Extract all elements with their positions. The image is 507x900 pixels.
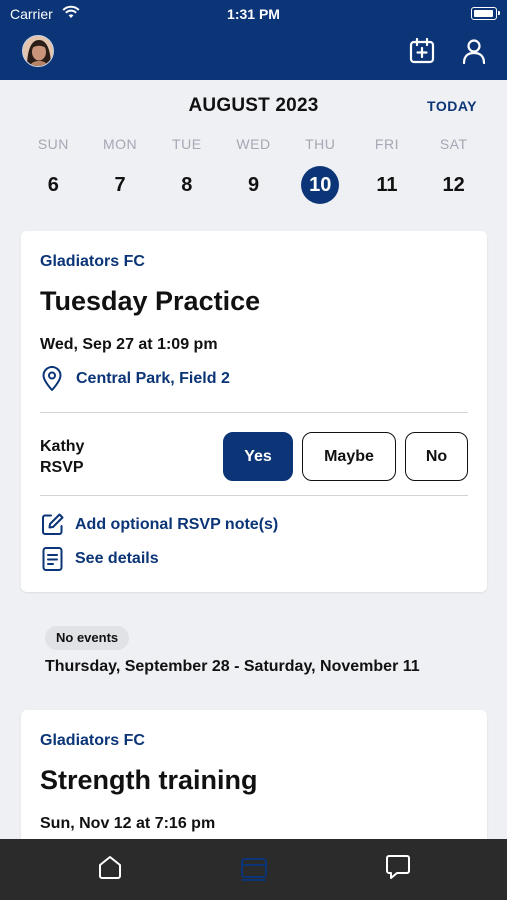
day-fri[interactable]: FRI 11 <box>354 136 421 204</box>
chat-icon[interactable] <box>384 853 412 881</box>
edit-note-icon <box>42 513 64 535</box>
day-of-week-label: MON <box>102 136 138 152</box>
event-card[interactable]: Gladiators FC Strength training Sun, Nov… <box>21 710 487 850</box>
avatar-photo <box>23 36 53 66</box>
event-card[interactable]: Gladiators FC Tuesday Practice Wed, Sep … <box>21 231 487 592</box>
home-icon[interactable] <box>96 853 124 881</box>
week-strip: SUN 6 MON 7 TUE 8 WED 9 THU 10 FRI 11 SA… <box>20 136 487 204</box>
day-number: 11 <box>376 174 398 196</box>
see-details-link[interactable]: See details <box>40 546 159 572</box>
rsvp-yes-button[interactable]: Yes <box>223 432 293 481</box>
app-header: Carrier 1:31 PM <box>0 0 507 80</box>
profile-icon[interactable] <box>460 37 488 65</box>
divider <box>40 495 468 496</box>
divider <box>40 412 468 413</box>
day-of-week-label: FRI <box>374 136 399 152</box>
day-number: 6 <box>47 174 59 196</box>
team-name: Gladiators FC <box>40 253 145 270</box>
no-events-date-range: Thursday, September 28 - Saturday, Novem… <box>45 658 420 675</box>
rsvp-member-name: Kathy <box>40 438 85 455</box>
day-of-week-label: SUN <box>37 136 69 152</box>
day-number: 9 <box>247 174 260 196</box>
add-rsvp-note-label: Add optional RSVP note(s) <box>75 515 279 533</box>
day-sun[interactable]: SUN 6 <box>20 136 87 204</box>
day-number: 12 <box>442 174 465 196</box>
day-of-week-label: TUE <box>172 136 202 152</box>
event-title: Strength training <box>40 765 258 795</box>
rsvp-no-button[interactable]: No <box>405 432 468 481</box>
no-events-badge: No events <box>45 626 130 650</box>
day-number: 7 <box>114 174 126 196</box>
day-of-week-label: SAT <box>439 136 468 152</box>
document-icon <box>42 547 63 571</box>
day-thu[interactable]: THU 10 <box>287 136 354 204</box>
location-label: Central Park, Field 2 <box>76 370 230 387</box>
map-pin-icon <box>42 366 62 391</box>
schedule-icon[interactable] <box>240 853 268 881</box>
day-wed[interactable]: WED 9 <box>220 136 287 204</box>
add-rsvp-note-link[interactable]: Add optional RSVP note(s) <box>40 512 278 537</box>
rsvp-maybe-button[interactable]: Maybe <box>302 432 396 481</box>
day-tue[interactable]: TUE 8 <box>153 136 220 204</box>
battery-icon <box>471 7 500 20</box>
day-of-week-label: THU <box>305 136 336 152</box>
day-of-week-label: WED <box>236 136 271 152</box>
day-number: 8 <box>181 174 193 196</box>
calendar-add-icon[interactable] <box>408 37 436 65</box>
event-datetime: Wed, Sep 27 at 1:09 pm <box>40 336 218 353</box>
event-location-link[interactable]: Central Park, Field 2 <box>40 366 230 392</box>
see-details-label: See details <box>75 550 159 567</box>
today-button[interactable]: TODAY <box>427 98 477 114</box>
tab-bar <box>0 839 507 900</box>
rsvp-caption: RSVP <box>40 459 84 476</box>
event-datetime: Sun, Nov 12 at 7:16 pm <box>40 815 216 832</box>
clock: 1:31 PM <box>227 6 280 22</box>
status-bar: Carrier 1:31 PM <box>0 0 507 28</box>
avatar[interactable] <box>22 35 54 67</box>
day-mon[interactable]: MON 7 <box>87 136 154 204</box>
rsvp-label: Kathy RSVP <box>40 436 84 478</box>
day-sat[interactable]: SAT 12 <box>420 136 487 204</box>
team-name: Gladiators FC <box>40 732 145 749</box>
selected-day-number: 10 <box>301 166 340 204</box>
event-title: Tuesday Practice <box>40 286 261 316</box>
